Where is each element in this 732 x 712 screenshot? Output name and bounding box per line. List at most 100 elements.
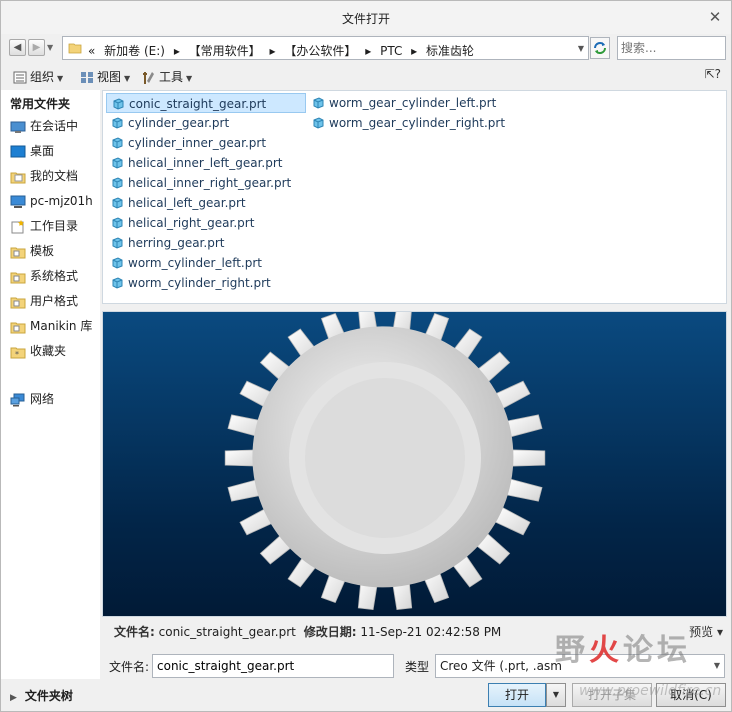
folder-icon bbox=[10, 297, 26, 308]
sidebar-item-my-documents[interactable]: 我的文档 bbox=[10, 166, 78, 186]
preview-toggle[interactable]: 预览 ▾ bbox=[689, 621, 723, 643]
breadcrumb-separator[interactable]: ▸ bbox=[365, 44, 371, 58]
file-item[interactable]: worm_cylinder_right.prt bbox=[106, 273, 275, 293]
search-input[interactable] bbox=[618, 37, 725, 59]
breadcrumb-standard-gears[interactable]: 标准齿轮 bbox=[426, 44, 474, 58]
sidebar-item-computer[interactable]: pc-mjz01h bbox=[10, 191, 93, 211]
part-file-icon bbox=[112, 257, 123, 269]
sidebar-item-user-formats[interactable]: 用户格式 bbox=[10, 291, 78, 311]
organize-menu[interactable]: 组织 ▼ bbox=[13, 68, 63, 85]
address-dropdown[interactable]: ▼ bbox=[578, 44, 584, 53]
filename-input[interactable] bbox=[153, 655, 393, 677]
file-item[interactable]: herring_gear.prt bbox=[106, 233, 228, 253]
search-box[interactable] bbox=[617, 36, 726, 60]
file-name: worm_cylinder_left.prt bbox=[128, 256, 262, 270]
chevron-down-icon: ▼ bbox=[713, 661, 720, 670]
folder-icon bbox=[10, 272, 26, 283]
file-name: worm_cylinder_right.prt bbox=[128, 276, 271, 290]
back-button[interactable]: ◀ bbox=[9, 39, 26, 56]
help-label: ? bbox=[714, 67, 721, 81]
expand-triangle-icon: ▶ bbox=[10, 693, 17, 703]
file-item[interactable]: worm_cylinder_left.prt bbox=[106, 253, 266, 273]
file-item[interactable]: helical_left_gear.prt bbox=[106, 193, 250, 213]
info-modified-date: 11-Sep-21 02:42:58 PM bbox=[360, 625, 502, 639]
breadcrumb-drive[interactable]: 新加卷 (E:) bbox=[104, 44, 165, 58]
breadcrumb-separator[interactable]: ▸ bbox=[270, 44, 276, 58]
breadcrumb-overflow[interactable]: « bbox=[88, 44, 95, 58]
model-preview[interactable] bbox=[102, 311, 727, 617]
forward-button[interactable]: ▶ bbox=[28, 39, 45, 56]
sidebar-item-system-formats[interactable]: 系统格式 bbox=[10, 266, 78, 286]
breadcrumb-separator[interactable]: ▸ bbox=[411, 44, 417, 58]
folder-icon bbox=[10, 322, 26, 333]
tools-icon bbox=[143, 71, 154, 84]
file-item[interactable]: conic_straight_gear.prt bbox=[106, 93, 306, 113]
file-item[interactable]: helical_right_gear.prt bbox=[106, 213, 258, 233]
file-item[interactable]: helical_inner_left_gear.prt bbox=[106, 153, 287, 173]
part-file-icon bbox=[113, 98, 124, 110]
file-item[interactable]: helical_inner_right_gear.prt bbox=[106, 173, 295, 193]
navigation-bar: ◀ ▶ ▼ « 新加卷 (E:) ▸ 【常用软件】 ▸ 【办公软件】 ▸ PTC… bbox=[1, 34, 731, 62]
view-menu[interactable]: 视图 ▼ bbox=[80, 68, 130, 85]
file-name: helical_inner_left_gear.prt bbox=[128, 156, 283, 170]
title-bar: 文件打开 ✕ bbox=[1, 1, 731, 34]
sidebar-item-label: 工作目录 bbox=[30, 219, 79, 233]
dialog-footer: ▶ 文件夹树 打开 ▼ 打开子集 取消(C) bbox=[1, 681, 731, 711]
sidebar-item-manikin-library[interactable]: Manikin 库 bbox=[10, 316, 92, 336]
working-directory-icon bbox=[11, 219, 24, 233]
sidebar-item-in-session[interactable]: 在会话中 bbox=[10, 116, 78, 136]
sidebar-item-desktop[interactable]: 桌面 bbox=[10, 141, 54, 161]
file-name: cylinder_inner_gear.prt bbox=[128, 136, 267, 150]
file-type-value: Creo 文件 (.prt, .asm bbox=[440, 659, 562, 673]
filename-field[interactable] bbox=[152, 654, 394, 678]
file-type-select[interactable]: Creo 文件 (.prt, .asm ▼ bbox=[435, 654, 725, 678]
sidebar-item-working-directory[interactable]: 工作目录 bbox=[10, 216, 78, 236]
filename-label: 文件名: bbox=[109, 660, 150, 674]
file-name: helical_inner_right_gear.prt bbox=[128, 176, 292, 190]
file-name: conic_straight_gear.prt bbox=[129, 97, 267, 111]
help-pointer-icon: ⇱ bbox=[704, 67, 715, 81]
window-title: 文件打开 bbox=[341, 12, 390, 26]
breadcrumb[interactable]: « 新加卷 (E:) ▸ 【常用软件】 ▸ 【办公软件】 ▸ PTC ▸ 标准齿… bbox=[88, 42, 479, 59]
file-list: conic_straight_gear.prt cylinder_gear.pr… bbox=[102, 90, 727, 304]
file-item[interactable]: cylinder_gear.prt bbox=[106, 113, 233, 133]
refresh-button[interactable] bbox=[590, 37, 610, 59]
file-item[interactable]: worm_gear_cylinder_right.prt bbox=[307, 113, 509, 133]
part-file-icon bbox=[112, 137, 123, 149]
type-label: 类型 bbox=[405, 660, 430, 674]
sidebar-item-templates[interactable]: 模板 bbox=[10, 241, 54, 261]
part-file-icon bbox=[112, 217, 123, 229]
organize-label: 组织 bbox=[30, 70, 55, 84]
toolbar: 组织 ▼ 视图 ▼ 工具 ▼ ⇱? bbox=[1, 62, 731, 90]
breadcrumb-separator[interactable]: ▸ bbox=[174, 44, 180, 58]
gear-tooth bbox=[506, 414, 543, 438]
documents-icon bbox=[10, 172, 26, 183]
breadcrumb-common-software[interactable]: 【常用软件】 bbox=[189, 44, 261, 58]
sidebar-item-network[interactable]: 网络 bbox=[10, 389, 54, 409]
breadcrumb-office-software[interactable]: 【办公软件】 bbox=[284, 44, 356, 58]
organize-icon bbox=[13, 71, 27, 84]
open-button[interactable]: 打开 bbox=[488, 683, 546, 707]
file-open-dialog: 文件打开 ✕ ◀ ▶ ▼ « 新加卷 (E:) ▸ 【常用软件】 ▸ 【办公软件… bbox=[0, 0, 732, 712]
folder-tree-toggle[interactable]: ▶ 文件夹树 bbox=[10, 687, 73, 704]
part-file-icon bbox=[112, 197, 123, 209]
sidebar-item-label: 网络 bbox=[30, 392, 55, 406]
refresh-icon bbox=[594, 42, 606, 54]
history-dropdown[interactable]: ▼ bbox=[47, 43, 53, 52]
sidebar-item-label: 用户格式 bbox=[30, 294, 79, 308]
address-bar[interactable]: « 新加卷 (E:) ▸ 【常用软件】 ▸ 【办公软件】 ▸ PTC ▸ 标准齿… bbox=[62, 36, 589, 60]
sidebar-item-favorites[interactable]: * 收藏夹 bbox=[10, 341, 66, 361]
tools-menu[interactable]: 工具 ▼ bbox=[142, 68, 192, 85]
sidebar-item-label: 在会话中 bbox=[30, 119, 79, 133]
cancel-button[interactable]: 取消(C) bbox=[656, 683, 726, 707]
help-button[interactable]: ⇱? bbox=[705, 67, 721, 81]
file-name: herring_gear.prt bbox=[128, 236, 225, 250]
file-item[interactable]: worm_gear_cylinder_left.prt bbox=[307, 93, 500, 113]
open-subset-button[interactable]: 打开子集 bbox=[572, 683, 652, 707]
part-file-icon bbox=[112, 277, 123, 289]
open-options-dropdown[interactable]: ▼ bbox=[546, 683, 566, 707]
close-button[interactable]: ✕ bbox=[705, 7, 725, 27]
file-name: cylinder_gear.prt bbox=[128, 116, 230, 130]
file-item[interactable]: cylinder_inner_gear.prt bbox=[106, 133, 270, 153]
breadcrumb-ptc[interactable]: PTC bbox=[380, 44, 402, 58]
